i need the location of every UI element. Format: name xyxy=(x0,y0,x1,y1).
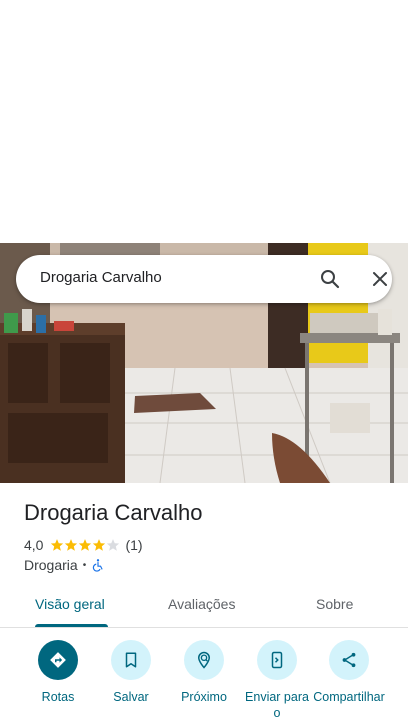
nearby-label: Próximo xyxy=(181,690,227,704)
star-empty-icon xyxy=(107,539,120,551)
separator-dot: • xyxy=(82,559,87,571)
share-label: Compartilhar xyxy=(313,690,385,704)
search-icon[interactable] xyxy=(318,267,342,291)
save-button[interactable]: Salvar xyxy=(94,640,168,705)
nearby-icon[interactable] xyxy=(184,640,224,680)
category-row: Drogaria • xyxy=(24,556,105,574)
search-bar[interactable]: Drogaria Carvalho xyxy=(16,255,392,303)
send-to-phone-button[interactable]: Enviar para o xyxy=(240,640,314,721)
review-count: (1) xyxy=(125,537,143,553)
send-to-phone-label: Enviar para o xyxy=(245,690,309,720)
tab-reviews[interactable]: Avaliações xyxy=(168,596,235,612)
rating-value: 4,0 xyxy=(24,537,44,553)
tab-about[interactable]: Sobre xyxy=(316,596,353,612)
nearby-button[interactable]: Próximo xyxy=(167,640,241,705)
wheelchair-icon xyxy=(93,559,103,572)
star-rating xyxy=(50,538,120,552)
active-tab-indicator xyxy=(35,624,108,627)
bookmark-icon[interactable] xyxy=(111,640,151,680)
star-filled-icon xyxy=(65,539,78,551)
directions-icon[interactable] xyxy=(38,640,78,680)
star-filled-icon xyxy=(51,539,64,551)
save-label: Salvar xyxy=(113,690,149,704)
star-filled-icon xyxy=(93,539,106,551)
map-area[interactable] xyxy=(0,0,408,243)
tab-overview[interactable]: Visão geral xyxy=(35,596,105,612)
place-title: Drogaria Carvalho xyxy=(24,500,203,525)
rating-row[interactable]: 4,0 (1) xyxy=(24,536,143,554)
directions-button[interactable]: Rotas xyxy=(21,640,95,705)
place-tabs: Visão geral Avaliações Sobre xyxy=(0,584,408,628)
share-button[interactable]: Compartilhar xyxy=(312,640,386,705)
close-icon[interactable] xyxy=(368,267,392,291)
send-to-phone-icon[interactable] xyxy=(257,640,297,680)
search-input[interactable]: Drogaria Carvalho xyxy=(40,269,162,286)
share-icon[interactable] xyxy=(329,640,369,680)
directions-label: Rotas xyxy=(41,690,75,704)
action-buttons: Rotas Salvar Próximo Enviar para o Compa… xyxy=(0,640,408,726)
star-filled-icon xyxy=(79,539,92,551)
place-category: Drogaria xyxy=(24,557,78,573)
